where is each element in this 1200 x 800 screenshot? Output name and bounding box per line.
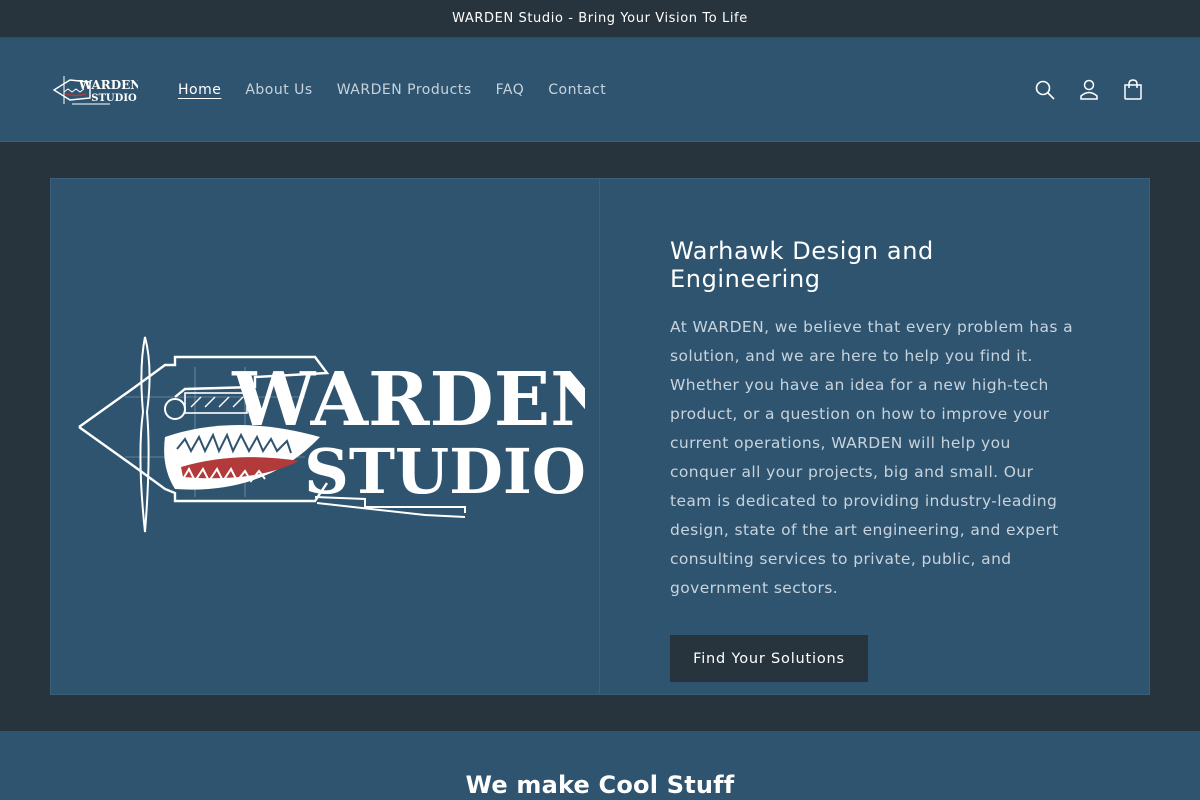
find-your-solutions-button[interactable]: Find Your Solutions [670,635,868,682]
section-heading: We make Cool Stuff [465,771,735,799]
hero-content: Warhawk Design and Engineering At WARDEN… [600,179,1149,694]
site-header: WARDEN STUDIO Home About Us WARDEN Produ… [0,38,1200,142]
nav-about-us[interactable]: About Us [233,82,324,98]
hero-image: WARDEN STUDIO [51,179,600,694]
hero-title: Warhawk Design and Engineering [670,237,934,293]
nav-contact[interactable]: Contact [536,82,618,98]
logo-icon: WARDEN STUDIO [52,75,138,104]
announcement-text: WARDEN Studio - Bring Your Vision To Lif… [452,11,748,26]
header-logo[interactable]: WARDEN STUDIO [50,70,138,110]
hero-image-word-2: STUDIO [304,435,585,508]
nav-home[interactable]: Home [166,82,233,98]
hero-banner: WARDEN STUDIO Warhawk Design and Enginee… [50,178,1150,695]
announcement-bar: WARDEN Studio - Bring Your Vision To Lif… [0,0,1200,38]
search-icon[interactable] [1034,79,1056,101]
cart-icon[interactable] [1122,78,1144,101]
header-icons [1034,78,1150,101]
nav-faq[interactable]: FAQ [484,82,537,98]
main-nav: Home About Us WARDEN Products FAQ Contac… [166,82,618,98]
featured-section: We make Cool Stuff [0,731,1200,800]
logo-line-1: WARDEN [78,78,138,92]
warden-studio-logo-image: WARDEN STUDIO [78,336,585,532]
logo-line-2: STUDIO [91,93,137,104]
hero-description: At WARDEN, we believe that every problem… [670,318,1074,597]
hero-section: WARDEN STUDIO Warhawk Design and Enginee… [0,142,1200,731]
nav-warden-products[interactable]: WARDEN Products [325,82,484,98]
account-icon[interactable] [1078,79,1100,101]
hero-image-word-1: WARDEN [231,357,585,443]
